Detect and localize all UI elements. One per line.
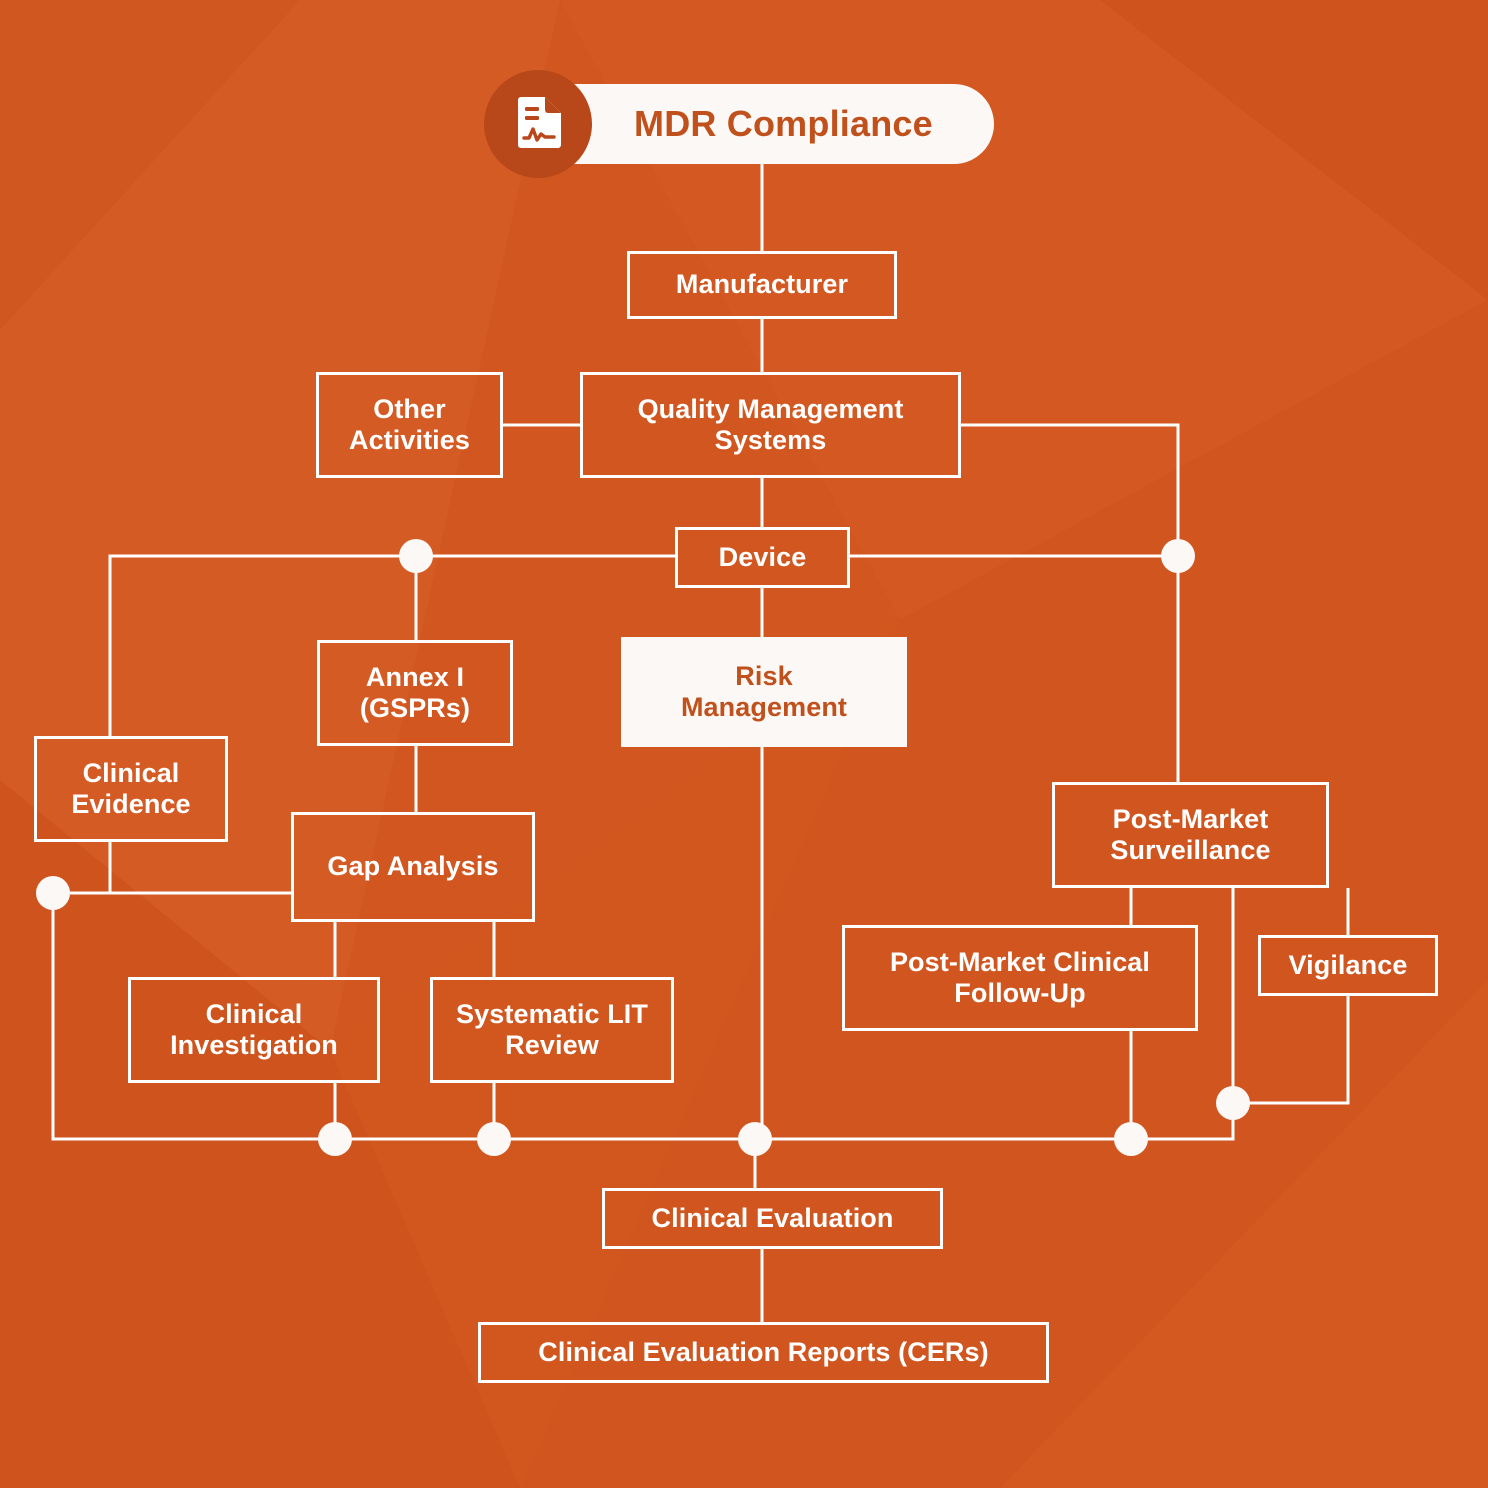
- edge-vigilance-node: [1233, 996, 1350, 1105]
- junction-vigilance: [1216, 1086, 1250, 1120]
- node-gap_analysis[interactable]: Gap Analysis: [291, 812, 535, 922]
- node-vigilance[interactable]: Vigilance: [1258, 935, 1438, 996]
- junction-pmcf: [1114, 1122, 1148, 1156]
- diagram-canvas: Manufacturer Other Activities Quality Mana…: [0, 0, 1488, 1488]
- junction-systematic-lit: [477, 1122, 511, 1156]
- node-pms[interactable]: Post-Market Surveillance: [1052, 782, 1329, 888]
- junction-clinical-investigation: [318, 1122, 352, 1156]
- node-other_activities[interactable]: Other Activities: [316, 372, 503, 478]
- node-annex_i[interactable]: Annex I (GSPRs): [317, 640, 513, 746]
- node-systematic_lit_review[interactable]: Systematic LIT Review: [430, 977, 674, 1083]
- document-chart-icon: [484, 70, 592, 178]
- junction-device-left: [399, 539, 433, 573]
- header-pill[interactable]: MDR Compliance: [524, 84, 994, 164]
- node-qms[interactable]: Quality Management Systems: [580, 372, 961, 478]
- node-clinical_evidence[interactable]: Clinical Evidence: [34, 736, 228, 842]
- page-title: MDR Compliance: [634, 103, 933, 144]
- junction-clinical-evaluation: [738, 1122, 772, 1156]
- junction-device-right: [1161, 539, 1195, 573]
- junction-clinical-evidence: [36, 876, 70, 910]
- node-clinical_evaluation[interactable]: Clinical Evaluation: [602, 1188, 943, 1249]
- node-clinical_investigation[interactable]: Clinical Investigation: [128, 977, 380, 1083]
- edge-qms-right-node: [961, 423, 1180, 556]
- node-risk_management[interactable]: Risk Management: [621, 637, 907, 747]
- node-cers[interactable]: Clinical Evaluation Reports (CERs): [478, 1322, 1049, 1383]
- node-device[interactable]: Device: [675, 527, 850, 588]
- node-manufacturer[interactable]: Manufacturer: [627, 251, 897, 319]
- node-pmcf[interactable]: Post-Market Clinical Follow-Up: [842, 925, 1198, 1031]
